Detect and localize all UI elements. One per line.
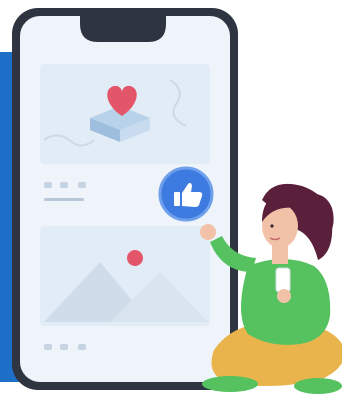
action-icon <box>44 182 52 188</box>
like-badge <box>158 166 214 222</box>
caption-line <box>44 198 84 201</box>
phone-notch <box>80 16 166 42</box>
shoe <box>202 376 258 392</box>
action-icon <box>78 182 86 188</box>
social-media-like-illustration <box>0 8 342 394</box>
raised-hand <box>200 224 216 240</box>
neck <box>272 244 288 264</box>
shoe <box>294 378 342 394</box>
post-card-top <box>40 64 210 164</box>
action-icon <box>44 344 52 350</box>
sun-icon <box>127 250 143 266</box>
action-icon <box>60 344 68 350</box>
post-actions-bottom <box>44 344 86 350</box>
action-icon <box>60 182 68 188</box>
action-icon <box>78 344 86 350</box>
post-card-bottom <box>40 226 210 326</box>
held-phone <box>275 267 291 293</box>
holding-hand <box>277 289 291 303</box>
eye <box>270 224 274 228</box>
